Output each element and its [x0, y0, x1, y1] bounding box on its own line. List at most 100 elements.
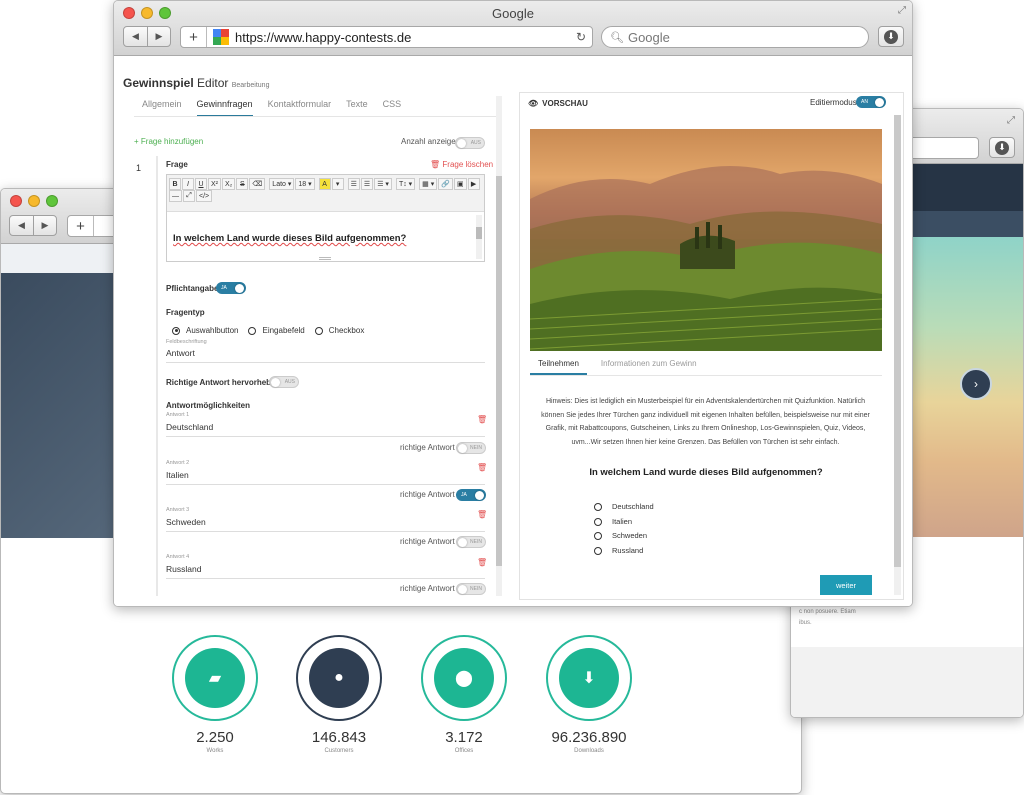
delete-answer-trash-icon[interactable]: 🗑︎: [477, 558, 487, 567]
minimize-window-button[interactable]: [28, 195, 40, 207]
preview-hint: Hinweis: Dies ist lediglich ein Musterbe…: [541, 398, 870, 446]
tab-texte[interactable]: Texte: [346, 99, 368, 117]
field-label-input[interactable]: Antwort: [166, 348, 485, 363]
required-toggle[interactable]: JA: [216, 282, 246, 294]
reload-icon[interactable]: ↻: [576, 30, 586, 44]
search-bar[interactable]: 🔍︎ Google: [601, 26, 869, 48]
resize-handle[interactable]: [319, 257, 331, 260]
bold-button[interactable]: B: [169, 178, 181, 190]
superscript-button[interactable]: X²: [208, 178, 221, 190]
delete-question-link[interactable]: 🗑︎ Frage löschen: [430, 160, 493, 169]
preview-option[interactable]: Italien: [594, 515, 654, 530]
answer-input[interactable]: Italien: [166, 470, 485, 485]
answer-input[interactable]: Deutschland: [166, 422, 485, 437]
radio-label: Eingabefeld: [262, 326, 305, 335]
new-tab-plus-icon[interactable]: +: [181, 27, 207, 47]
download-button[interactable]: ⬇: [989, 137, 1015, 158]
footer-text-1: c non posuere. Etiam: [799, 609, 856, 615]
tab-kontaktformular[interactable]: Kontaktformular: [268, 99, 332, 117]
highlight-correct-toggle[interactable]: AUS: [269, 376, 299, 388]
table-dropdown[interactable]: ▦ ▾: [419, 178, 438, 190]
rte-scrollbar[interactable]: [476, 215, 482, 259]
new-tab-plus-icon[interactable]: +: [68, 216, 94, 236]
tab-allgemein[interactable]: Allgemein: [142, 99, 182, 117]
answer-input[interactable]: Schweden: [166, 517, 485, 532]
delete-answer-trash-icon[interactable]: 🗑︎: [477, 415, 487, 424]
line-height-dropdown[interactable]: T↕ ▾: [395, 178, 416, 190]
edit-mode-label: Editiermodus: [810, 98, 857, 107]
tab-gewinnfragen[interactable]: Gewinnfragen: [196, 99, 253, 117]
question-text[interactable]: In welchem Land wurde dieses Bild aufgen…: [173, 233, 406, 244]
tabs-underline: [134, 116, 499, 117]
italic-button[interactable]: I: [182, 178, 194, 190]
underline-button[interactable]: U: [195, 178, 207, 190]
preview-scrollbar-thumb[interactable]: [894, 115, 901, 567]
editor-title-sub: Bearbeitung: [231, 82, 270, 89]
toggle-text: JA: [461, 492, 467, 498]
preview-option[interactable]: Schweden: [594, 529, 654, 544]
horizontal-rule-icon[interactable]: —: [169, 190, 182, 202]
correct-answer-toggle[interactable]: NEIN: [456, 536, 486, 548]
fullscreen-icon[interactable]: ⤢: [183, 190, 195, 202]
text-color-dropdown[interactable]: ▾: [331, 178, 344, 190]
back-arrow-icon[interactable]: ◀: [10, 216, 33, 235]
question-type-options: Auswahlbutton Eingabefeld Checkbox: [172, 326, 364, 335]
align-dropdown[interactable]: ☰ ▾: [374, 178, 392, 190]
forward-arrow-icon[interactable]: ▶: [33, 216, 56, 235]
answer-input[interactable]: Russland: [166, 564, 485, 579]
editor-tabs: Allgemein Gewinnfragen Kontaktformular T…: [142, 99, 401, 117]
edit-mode-toggle[interactable]: AN: [856, 96, 886, 108]
image-icon[interactable]: ▣: [453, 178, 467, 190]
rich-text-editor[interactable]: B I U X² X₂ S ⌫ Lato ▾ 18 ▾ A ▾ ☰ ☰ ☰ ▾ …: [166, 174, 485, 262]
preview-scrollbar[interactable]: [894, 115, 901, 595]
window-title: Google: [492, 6, 534, 21]
text-color-button[interactable]: A: [318, 178, 331, 190]
correct-answer-toggle[interactable]: JA: [456, 489, 486, 501]
eraser-icon[interactable]: ⌫: [249, 178, 266, 190]
radio-auswahlbutton[interactable]: Auswahlbutton: [172, 326, 238, 335]
correct-answer-toggle[interactable]: NEIN: [456, 583, 486, 595]
close-window-button[interactable]: [10, 195, 22, 207]
url-bar[interactable]: + https://www.happy-contests.de ↻: [180, 26, 593, 48]
forward-arrow-icon[interactable]: ▶: [147, 27, 170, 46]
expand-window-icon[interactable]: ⤢: [1007, 115, 1015, 126]
zoom-window-button[interactable]: [46, 195, 58, 207]
back-arrow-icon[interactable]: ◀: [124, 27, 147, 46]
link-icon[interactable]: 🔗: [438, 178, 453, 190]
field-label-small: Feldbeschriftung: [166, 339, 207, 345]
font-size-select[interactable]: 18 ▾: [295, 178, 315, 190]
editor-scrollbar[interactable]: [496, 96, 502, 596]
delete-answer-trash-icon[interactable]: 🗑︎: [477, 510, 487, 519]
tab-informationen-gewinn[interactable]: Informationen zum Gewinn: [601, 359, 697, 375]
editor-scrollbar-thumb[interactable]: [496, 176, 502, 566]
ordered-list-icon[interactable]: ☰: [360, 178, 374, 190]
url-text[interactable]: https://www.happy-contests.de: [235, 30, 576, 45]
next-button[interactable]: weiter: [820, 575, 872, 595]
tab-teilnehmen[interactable]: Teilnehmen: [530, 359, 587, 375]
tab-css[interactable]: CSS: [383, 99, 402, 117]
correct-answer-toggle[interactable]: NEIN: [456, 442, 486, 454]
delete-answer-trash-icon[interactable]: 🗑︎: [477, 463, 487, 472]
show-count-label: Anzahl anzeigen: [401, 137, 461, 146]
code-view-icon[interactable]: </>: [196, 190, 213, 202]
preview-option[interactable]: Russland: [594, 544, 654, 559]
download-button[interactable]: ⬇: [878, 26, 904, 47]
unordered-list-icon[interactable]: ☰: [347, 178, 360, 190]
font-family-select[interactable]: Lato ▾: [269, 178, 295, 190]
show-count-toggle[interactable]: AUS: [455, 137, 485, 149]
google-favicon-icon: [213, 29, 229, 45]
main-browser-window: Google ⤢ ◀ ▶ + https://www.happy-contests…: [113, 0, 913, 607]
rte-scroll-thumb[interactable]: [476, 227, 482, 239]
preview-option[interactable]: Deutschland: [594, 500, 654, 515]
radio-eingabefeld[interactable]: Eingabefeld: [248, 326, 305, 335]
expand-window-icon[interactable]: ⤢: [898, 5, 906, 16]
slider-next-button[interactable]: ›: [960, 368, 992, 400]
subscript-button[interactable]: X₂: [222, 178, 236, 190]
radio-checkbox[interactable]: Checkbox: [314, 326, 364, 335]
add-question-link[interactable]: + Frage hinzufügen: [134, 137, 203, 146]
back-forward-buttons[interactable]: ◀ ▶: [123, 26, 171, 47]
strikethrough-button[interactable]: S: [236, 178, 249, 190]
radio-icon: [594, 547, 602, 556]
back-forward-buttons[interactable]: ◀ ▶: [9, 215, 57, 236]
video-icon[interactable]: ▶: [467, 178, 480, 190]
